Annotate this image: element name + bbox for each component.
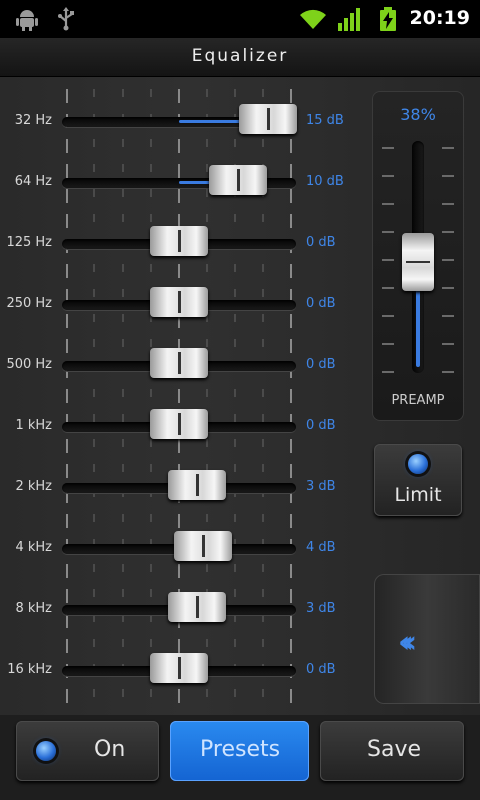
- band-gain-value: 0 dB: [306, 662, 336, 677]
- band-gain-value: 0 dB: [306, 235, 336, 250]
- preamp-tick: [382, 315, 394, 317]
- battery-charging-icon: [380, 7, 396, 31]
- band-slider-handle[interactable]: [150, 409, 208, 439]
- usb-icon: [58, 7, 74, 31]
- band-frequency-label: 500 Hz: [6, 357, 52, 372]
- on-indicator-led: [36, 741, 56, 761]
- band-slider-handle[interactable]: [173, 531, 232, 561]
- preamp-tick: [382, 231, 394, 233]
- android-debug-icon: [16, 10, 38, 31]
- save-button-label: Save: [367, 737, 422, 762]
- preamp-tick: [382, 287, 394, 289]
- preamp-tick: [382, 175, 394, 177]
- page-title: Equalizer: [191, 46, 289, 66]
- preamp-tick: [442, 231, 454, 233]
- band-slider-handle[interactable]: [167, 592, 226, 622]
- preamp-tick: [442, 175, 454, 177]
- wifi-icon: [300, 9, 326, 29]
- preamp-tick: [382, 203, 394, 205]
- preamp-tick: [442, 371, 454, 373]
- preamp-slider-handle[interactable]: [402, 233, 434, 292]
- preamp-tick: [442, 315, 454, 317]
- band-gain-value: 0 dB: [306, 296, 336, 311]
- presets-button-label: Presets: [200, 737, 281, 762]
- preamp-tick: [442, 287, 454, 289]
- preamp-tick: [442, 343, 454, 345]
- band-gain-value: 10 dB: [306, 174, 344, 189]
- band-gain-value: 15 dB: [306, 113, 344, 128]
- band-frequency-label: 125 Hz: [6, 235, 52, 250]
- band-frequency-label: 250 Hz: [6, 296, 52, 311]
- band-slider-handle[interactable]: [150, 348, 208, 378]
- preamp-tick: [382, 343, 394, 345]
- band-gain-value: 0 dB: [306, 418, 336, 433]
- band-frequency-label: 64 Hz: [14, 174, 52, 189]
- band-frequency-label: 1 kHz: [15, 418, 52, 433]
- bottom-bar: On Presets Save: [0, 715, 480, 800]
- preamp-label: PREAMP: [391, 393, 445, 408]
- sidebar-toggle-button[interactable]: ‹‹‹: [374, 574, 480, 704]
- band-frequency-label: 8 kHz: [15, 601, 52, 616]
- band-slider-handle[interactable]: [150, 287, 208, 317]
- band-frequency-label: 32 Hz: [14, 113, 52, 128]
- band-slider-handle[interactable]: [209, 165, 268, 195]
- presets-button[interactable]: Presets: [170, 721, 309, 781]
- limit-button[interactable]: Limit: [374, 444, 462, 516]
- status-bar: 20:19: [0, 0, 480, 38]
- band-frequency-label: 2 kHz: [15, 479, 52, 494]
- on-button-label: On: [94, 737, 126, 762]
- preamp-panel: 38% PREAMP: [372, 91, 464, 421]
- band-frequency-label: 4 kHz: [15, 540, 52, 555]
- on-button[interactable]: On: [16, 721, 159, 781]
- preamp-tick: [442, 203, 454, 205]
- band-slider-handle[interactable]: [167, 470, 226, 500]
- preamp-tick: [442, 147, 454, 149]
- band-gain-value: 3 dB: [306, 479, 336, 494]
- band-slider-handle[interactable]: [150, 226, 208, 256]
- band-gain-value: 3 dB: [306, 601, 336, 616]
- eq-band-row: 4 kHz 4 dB: [0, 529, 480, 569]
- band-slider-handle[interactable]: [239, 104, 297, 134]
- band-slider-handle[interactable]: [150, 653, 208, 683]
- band-frequency-label: 16 kHz: [7, 662, 52, 677]
- double-chevron-left-icon: ‹‹‹: [398, 625, 417, 660]
- preamp-tick: [382, 371, 394, 373]
- preamp-tick: [382, 147, 394, 149]
- signal-bars-icon: [338, 8, 360, 31]
- title-bar: Equalizer: [0, 38, 480, 77]
- band-gain-value: 4 dB: [306, 540, 336, 555]
- save-button[interactable]: Save: [320, 721, 464, 781]
- band-gain-value: 0 dB: [306, 357, 336, 372]
- preamp-tick: [442, 259, 454, 261]
- preamp-value: 38%: [400, 105, 436, 124]
- preamp-tick: [382, 259, 394, 261]
- clock: 20:19: [409, 7, 470, 29]
- limit-indicator-led: [408, 454, 428, 474]
- limit-label: Limit: [394, 484, 442, 506]
